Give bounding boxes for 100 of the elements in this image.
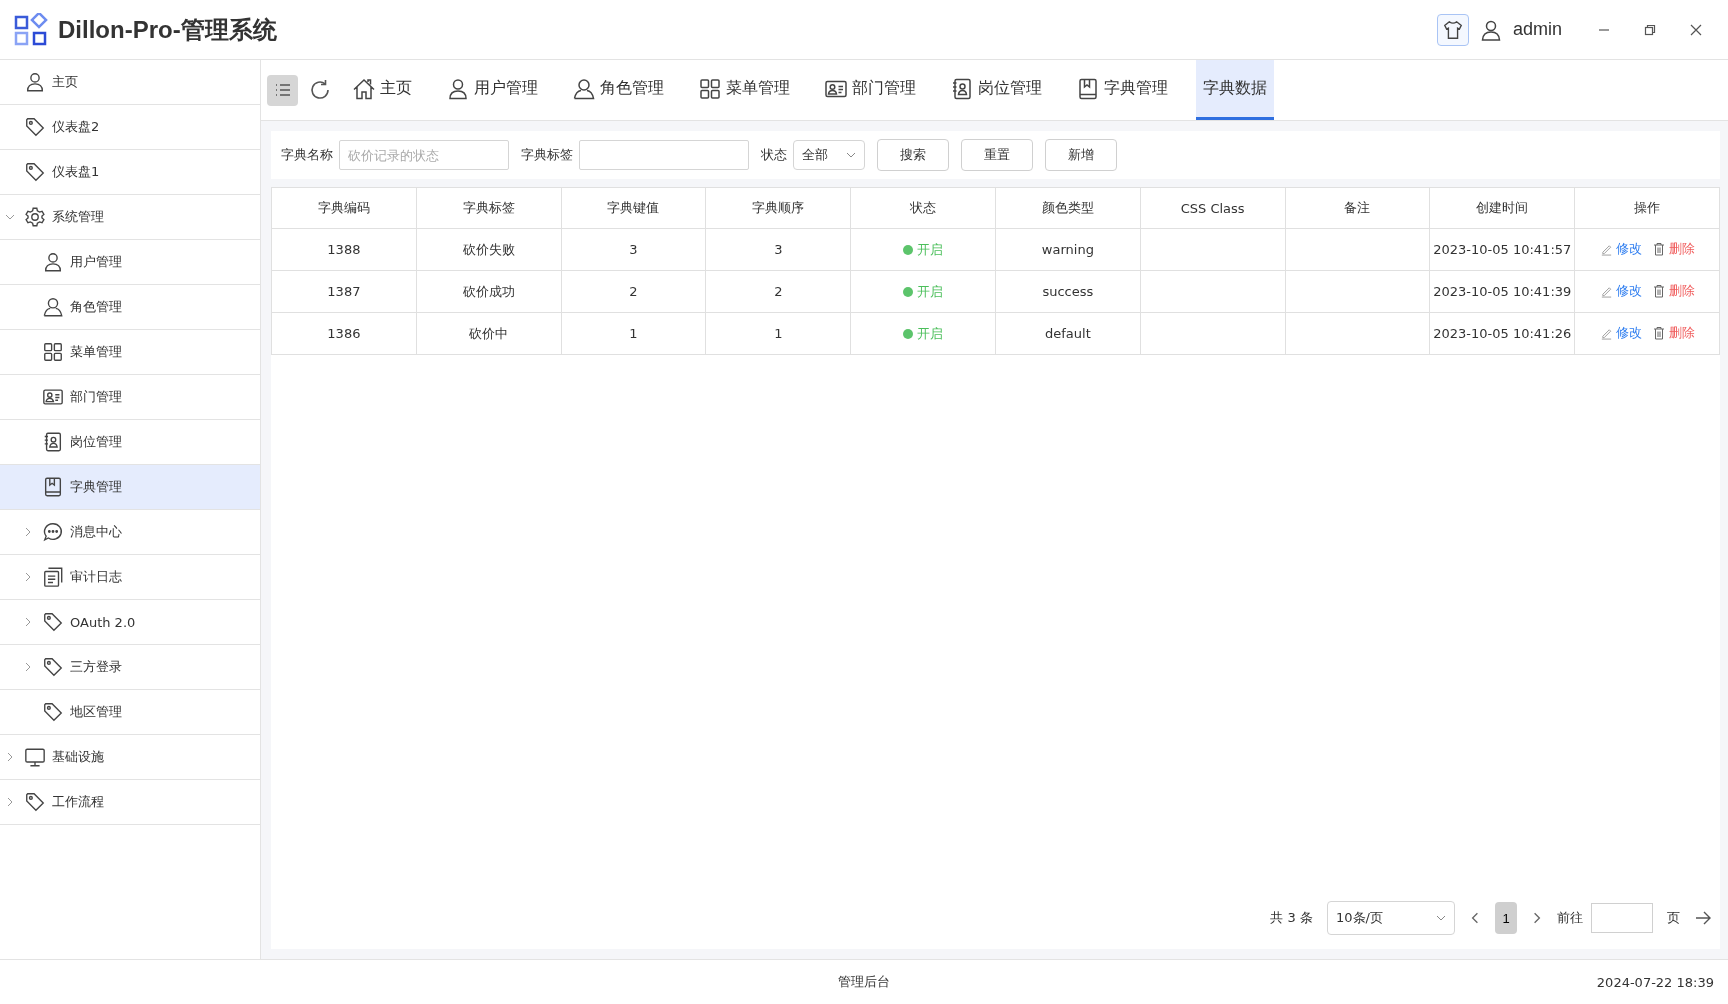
tab[interactable]: 部门管理: [818, 60, 930, 120]
tab[interactable]: 字典管理: [1070, 60, 1182, 120]
sidebar-item[interactable]: 角色管理: [0, 285, 260, 330]
table-cell: 砍价中: [469, 325, 509, 341]
filter-button[interactable]: 新增: [1045, 139, 1117, 171]
column-header: 字典顺序: [705, 187, 851, 229]
tag-icon: [24, 791, 46, 813]
username[interactable]: admin: [1512, 19, 1562, 40]
table-cell: 2023-10-05 10:41:39: [1433, 284, 1572, 299]
close-icon[interactable]: [1689, 22, 1703, 37]
total-count: 共 3 条: [1270, 909, 1313, 927]
status-dropdown[interactable]: 全部: [793, 140, 865, 170]
dict-tag-field[interactable]: [579, 140, 749, 170]
trash-icon: [1651, 326, 1666, 341]
field-label: 字典名称: [281, 146, 333, 164]
tab[interactable]: 角色管理: [566, 60, 678, 120]
goto-page-field[interactable]: [1591, 903, 1653, 933]
page-size-dropdown[interactable]: 10条/页: [1327, 901, 1455, 935]
edit-link[interactable]: 修改: [1599, 324, 1642, 343]
grid-icon: [698, 76, 722, 101]
card-icon: [42, 386, 64, 408]
tag-icon: [42, 701, 64, 723]
user-icon: [24, 71, 46, 93]
pencil-icon: [1599, 242, 1613, 256]
grid-icon: [42, 341, 64, 363]
book-icon: [1076, 76, 1100, 101]
sidebar-item[interactable]: 工作流程: [0, 780, 260, 825]
chevron-down-icon: [1436, 913, 1446, 923]
column-header: 创建时间: [1429, 187, 1575, 229]
status-dot-icon: [903, 286, 914, 297]
tab[interactable]: 岗位管理: [944, 60, 1056, 120]
tab[interactable]: 用户管理: [440, 60, 552, 120]
refresh-icon[interactable]: [308, 78, 332, 102]
arrow-right-icon[interactable]: [1694, 909, 1712, 927]
table-cell: default: [1045, 326, 1091, 341]
user-icon: [446, 76, 470, 101]
sidebar-item[interactable]: 三方登录: [0, 645, 260, 690]
field-label: 状态: [761, 146, 787, 164]
tab[interactable]: 主页: [346, 60, 426, 120]
page-button[interactable]: 1: [1495, 902, 1517, 934]
filter-button[interactable]: 重置: [961, 139, 1033, 171]
dict-name-field[interactable]: 砍价记录的状态: [339, 140, 509, 170]
sidebar-item[interactable]: 系统管理: [0, 195, 260, 240]
table-cell: 砍价成功: [462, 283, 515, 299]
trash-icon: [1651, 242, 1666, 257]
tab[interactable]: 字典数据: [1196, 60, 1274, 120]
chevron-right-icon: [23, 572, 33, 582]
doc-icon: [42, 566, 64, 588]
tag-icon: [42, 611, 64, 633]
user2-icon: [42, 296, 64, 318]
tag-icon: [42, 656, 64, 678]
sidebar-item[interactable]: 消息中心: [0, 510, 260, 555]
theme-button[interactable]: [1436, 13, 1469, 46]
table-cell: warning: [1041, 242, 1094, 257]
pencil-icon: [1599, 284, 1613, 298]
sidebar-item[interactable]: OAuth 2.0: [0, 600, 260, 645]
chat-icon: [42, 521, 64, 543]
filter-button[interactable]: 搜索: [877, 139, 949, 171]
edit-link[interactable]: 修改: [1599, 282, 1642, 301]
sidebar-item[interactable]: 基础设施: [0, 735, 260, 780]
sidebar-item[interactable]: 主页: [0, 60, 260, 105]
status-tag: 开启: [903, 282, 944, 301]
book-icon: [42, 476, 64, 498]
sidebar-item[interactable]: 字典管理: [0, 465, 260, 510]
monitor-icon: [24, 746, 46, 768]
table-cell: 砍价失败: [462, 241, 515, 257]
column-header: 字典键值: [561, 187, 706, 229]
restore-icon[interactable]: [1643, 22, 1657, 37]
trash-icon: [1651, 284, 1666, 299]
sidebar-item[interactable]: 菜单管理: [0, 330, 260, 375]
sidebar-item[interactable]: 仪表盘2: [0, 105, 260, 150]
badge-icon: [42, 431, 64, 453]
pencil-icon: [1599, 326, 1613, 340]
sidebar-item[interactable]: 部门管理: [0, 375, 260, 420]
column-header: 操作: [1574, 187, 1720, 229]
sidebar-item[interactable]: 审计日志: [0, 555, 260, 600]
previous-page-icon[interactable]: [1469, 912, 1481, 924]
app-title: Dillon-Pro-管理系统: [58, 14, 277, 45]
sidebar-item[interactable]: 用户管理: [0, 240, 260, 285]
chevron-right-icon: [23, 527, 33, 537]
badge-icon: [950, 76, 974, 101]
edit-link[interactable]: 修改: [1599, 240, 1642, 259]
footer-datetime: 2024-07-22 18:39: [1596, 974, 1714, 990]
table-cell: 2023-10-05 10:41:26: [1433, 326, 1572, 341]
column-header: 颜色类型: [995, 187, 1141, 229]
status-dot-icon: [903, 244, 914, 255]
user2-icon: [572, 76, 596, 101]
chevron-right-icon: [23, 617, 33, 627]
next-page-icon[interactable]: [1531, 912, 1543, 924]
gear-icon: [24, 206, 46, 228]
status-tag: 开启: [903, 240, 944, 259]
chevron-right-icon: [5, 797, 15, 807]
menu-toggle-button[interactable]: [267, 74, 298, 106]
tab[interactable]: 菜单管理: [692, 60, 804, 120]
shirt-icon: [1441, 18, 1464, 41]
footer-text: 管理后台: [838, 973, 890, 991]
table-cell: 3: [774, 242, 783, 257]
sidebar-item[interactable]: 地区管理: [0, 690, 260, 735]
table-cell: 1386: [327, 326, 361, 341]
sidebar-item[interactable]: 仪表盘1: [0, 150, 260, 195]
